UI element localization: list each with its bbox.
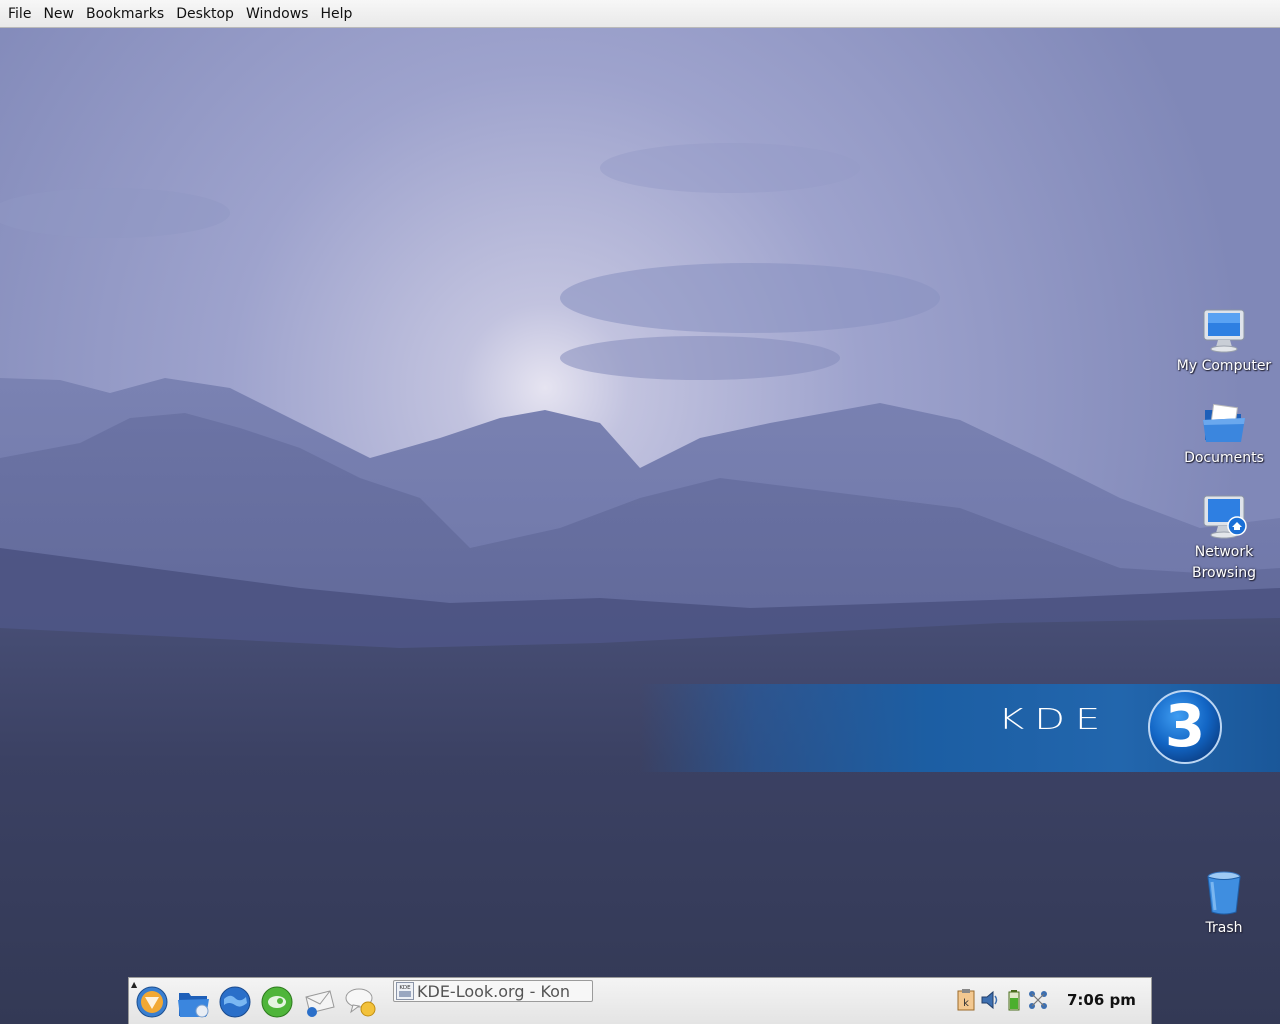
desktop-icon-label: Documents <box>1184 450 1264 466</box>
desktop-wallpaper[interactable] <box>0 28 1280 1024</box>
desktop-icon-network-browsing[interactable]: Network Browsing <box>1169 494 1279 584</box>
network-icon[interactable] <box>1027 988 1049 1012</box>
trash-icon <box>1207 871 1241 915</box>
kde-logo-3-icon: 3 <box>1148 690 1222 764</box>
panel-clock[interactable]: 7:06 pm <box>1067 991 1136 1009</box>
desktop-menubar: File New Bookmarks Desktop Windows Help <box>0 0 1280 28</box>
taskbar-task-label: KDE-Look.org - Kon <box>417 981 571 1001</box>
klipper-icon[interactable]: k <box>955 988 977 1012</box>
mountain-landscape <box>0 28 1280 1024</box>
svg-text:k: k <box>963 998 969 1009</box>
desktop-icon-label: Trash <box>1205 920 1243 936</box>
desktop-icon-label: My Computer <box>1176 358 1272 374</box>
kicker-panel: ▲ KDE KDE-Look.org - Kon k 7:06 pm <box>128 977 1152 1024</box>
favicon-text: KDE <box>399 985 411 991</box>
browser-globe-icon[interactable] <box>218 985 252 1019</box>
desktop-icon-my-computer[interactable]: My Computer <box>1169 308 1279 377</box>
kde-logo-text: KDE <box>998 704 1111 737</box>
taskbar-task-konqueror[interactable]: KDE KDE-Look.org - Kon <box>393 980 593 1002</box>
battery-icon[interactable] <box>1003 988 1025 1012</box>
kde-logo-digit: 3 <box>1165 692 1205 760</box>
monitor-icon <box>1203 309 1245 353</box>
menu-desktop[interactable]: Desktop <box>170 0 240 28</box>
home-folder-icon[interactable] <box>176 985 210 1019</box>
desktop-icon-documents[interactable]: Documents <box>1169 400 1279 469</box>
network-monitor-icon <box>1203 495 1247 539</box>
suse-icon[interactable] <box>260 985 294 1019</box>
kde-look-favicon-icon: KDE <box>396 982 414 1000</box>
menu-bookmarks[interactable]: Bookmarks <box>80 0 170 28</box>
menu-windows[interactable]: Windows <box>240 0 315 28</box>
menu-file[interactable]: File <box>2 0 37 28</box>
desktop-icon-trash[interactable]: Trash <box>1169 870 1279 939</box>
desktop-icon-label: Network Browsing <box>1191 544 1256 581</box>
kmenu-icon[interactable] <box>135 985 169 1019</box>
menu-help[interactable]: Help <box>314 0 358 28</box>
folder-icon <box>1203 403 1245 442</box>
menu-new[interactable]: New <box>37 0 80 28</box>
chat-icon[interactable] <box>344 985 378 1019</box>
mail-icon[interactable] <box>302 985 336 1019</box>
volume-icon[interactable] <box>979 988 1001 1012</box>
